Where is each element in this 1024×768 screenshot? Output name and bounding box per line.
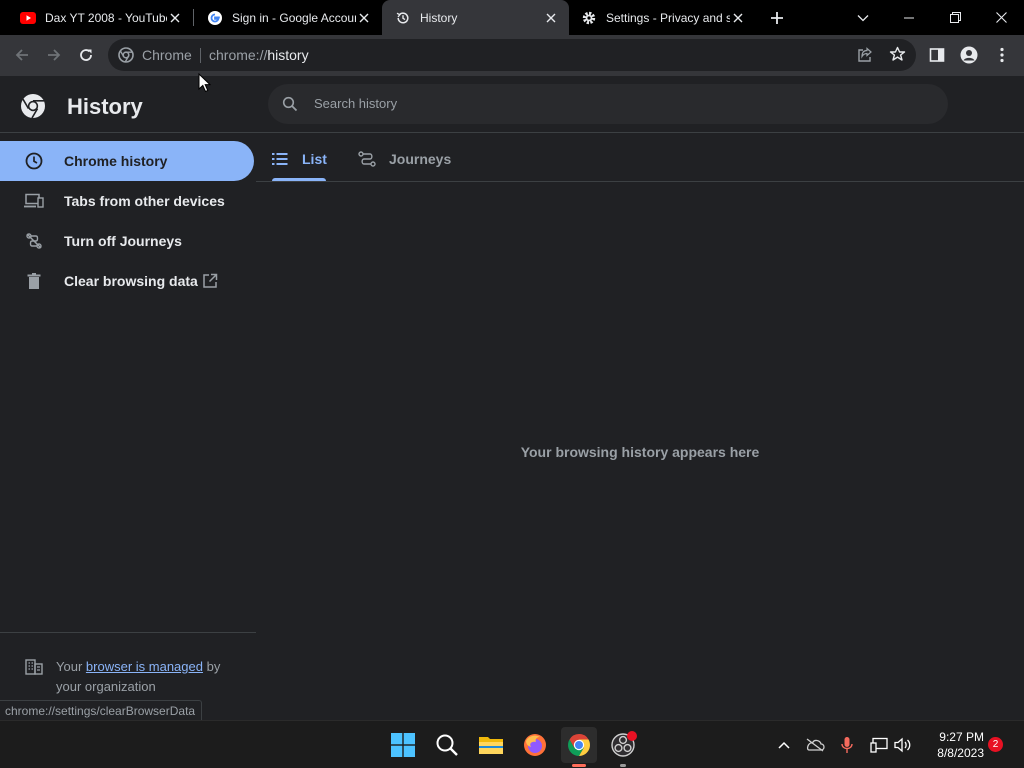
file-explorer-icon[interactable] [473, 727, 509, 763]
url-host: history [267, 47, 309, 63]
tab-google-signin[interactable]: Sign in - Google Accounts [187, 0, 382, 35]
sidebar-item-chrome-history[interactable]: Chrome history [0, 141, 254, 181]
trash-icon [24, 271, 44, 291]
tabs-divider [256, 181, 1024, 182]
tab-title: Sign in - Google Accounts [232, 10, 356, 25]
tab-history[interactable]: History [382, 0, 569, 35]
onedrive-offline-icon[interactable] [805, 735, 825, 755]
recording-dot [627, 731, 637, 741]
settings-gear-icon [581, 10, 597, 26]
tab-title: Dax YT 2008 - YouTube [45, 10, 167, 25]
omnibox-separator [200, 48, 201, 63]
clock[interactable]: 9:27 PM 8/8/2023 [920, 729, 984, 761]
sidebar-item-label: Turn off Journeys [64, 233, 182, 249]
close-icon[interactable] [167, 10, 183, 26]
running-indicator [620, 764, 626, 767]
devices-icon [24, 191, 44, 211]
show-hidden-icons-chevron-icon[interactable] [774, 735, 794, 755]
mouse-cursor-icon [198, 73, 211, 93]
google-icon [207, 10, 223, 26]
back-button[interactable] [7, 40, 37, 70]
history-icon [395, 10, 411, 26]
sidebar-item-label: Tabs from other devices [64, 193, 225, 209]
tab-label: Journeys [389, 150, 452, 167]
tab-strip: Dax YT 2008 - YouTube Sign in - Google A… [0, 0, 1024, 35]
managed-text: Your browser is managed by your organiza… [56, 657, 246, 697]
network-icon[interactable] [869, 735, 889, 755]
status-bubble: chrome://settings/clearBrowserData [0, 700, 203, 720]
omnibox-chip: Chrome [142, 47, 192, 63]
bookmark-star-icon[interactable] [889, 46, 906, 63]
reload-button[interactable] [71, 40, 101, 70]
forward-button[interactable] [39, 40, 69, 70]
building-icon [25, 659, 43, 675]
journeys-off-icon [24, 231, 44, 251]
tab-settings[interactable]: Settings - Privacy and security [561, 0, 756, 35]
close-window-button[interactable] [978, 0, 1024, 35]
tab-title: Settings - Privacy and security [606, 10, 730, 25]
browser-managed-link[interactable]: browser is managed [86, 659, 203, 674]
history-page: History Search history Chrome history Ta… [0, 76, 1024, 720]
notification-badge[interactable]: 2 [988, 737, 1003, 752]
search-history-box[interactable]: Search history [268, 84, 948, 124]
search-input[interactable]: Search history [314, 96, 397, 111]
tab-list[interactable]: List [272, 136, 327, 181]
tab-search-chevron-icon[interactable] [840, 0, 886, 35]
start-windows-icon[interactable] [385, 727, 421, 763]
obs-icon[interactable] [605, 727, 641, 767]
profile-avatar-icon[interactable] [954, 40, 984, 70]
omnibox[interactable]: Chrome chrome://history [108, 39, 916, 71]
search-icon [282, 96, 298, 112]
close-icon[interactable] [730, 10, 746, 26]
chrome-logo-icon [118, 47, 134, 63]
youtube-icon [20, 10, 36, 26]
chrome-logo-icon [20, 93, 46, 119]
taskbar: 9:27 PM 8/8/2023 2 [0, 720, 1024, 768]
toolbar: Chrome chrome://history [0, 35, 1024, 76]
url-text[interactable]: chrome://history [209, 47, 309, 63]
managed-prefix: Your [56, 659, 83, 674]
new-tab-button[interactable] [755, 0, 799, 35]
active-indicator [572, 764, 586, 767]
microphone-icon[interactable] [837, 735, 857, 755]
external-link-icon [202, 273, 218, 289]
clock-date: 8/8/2023 [937, 746, 984, 760]
page-header: History Search history [0, 76, 1024, 133]
sidebar-item-label: Clear browsing data [64, 273, 198, 289]
taskbar-search-icon[interactable] [429, 727, 465, 763]
url-scheme: chrome:// [209, 47, 268, 63]
sidebar-item-clear-browsing-data[interactable]: Clear browsing data [0, 261, 254, 301]
page-title: History [67, 94, 143, 119]
tab-label: List [302, 150, 327, 167]
managed-line2: your organization [56, 679, 156, 694]
clock-time: 9:27 PM [939, 730, 984, 744]
sidebar-item-turn-off-journeys[interactable]: Turn off Journeys [0, 221, 254, 261]
tab-title: History [420, 10, 458, 25]
sidebar-item-label: Chrome history [64, 153, 168, 169]
restore-button[interactable] [932, 0, 978, 35]
list-icon [272, 152, 288, 166]
menu-kebab-icon[interactable] [987, 40, 1017, 70]
share-icon[interactable] [857, 47, 873, 63]
empty-state-message: Your browsing history appears here [520, 444, 760, 460]
chrome-taskbar-icon[interactable] [561, 727, 597, 767]
clock-icon [24, 151, 44, 171]
managed-suffix: by [206, 659, 221, 674]
close-icon[interactable] [356, 10, 372, 26]
volume-icon[interactable] [893, 735, 913, 755]
side-panel-icon[interactable] [922, 40, 952, 70]
sidebar-item-tabs-other-devices[interactable]: Tabs from other devices [0, 181, 254, 221]
journeys-icon [358, 150, 376, 167]
firefox-icon[interactable] [517, 727, 553, 763]
tab-youtube[interactable]: Dax YT 2008 - YouTube [0, 0, 193, 35]
tab-journeys[interactable]: Journeys [358, 136, 451, 181]
close-icon[interactable] [543, 10, 559, 26]
minimize-button[interactable] [886, 0, 932, 35]
